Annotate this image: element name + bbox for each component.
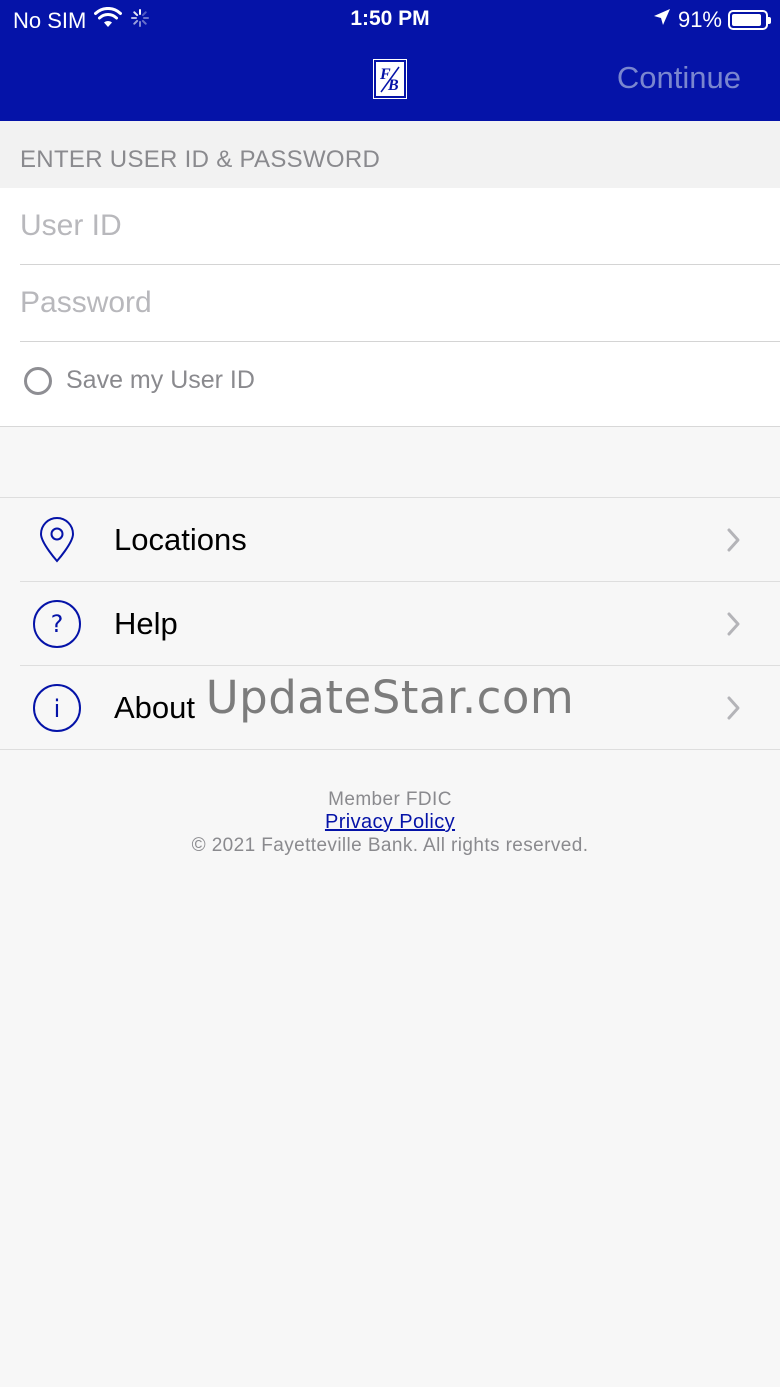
svg-text:B: B <box>387 77 399 94</box>
status-bar: No SIM 1:50 PM 91% <box>0 0 780 40</box>
user-id-input[interactable] <box>20 188 780 264</box>
save-user-id-toggle[interactable]: Save my User ID <box>24 366 255 395</box>
menu-item-label: About <box>114 690 196 725</box>
battery-icon <box>728 10 771 30</box>
password-input[interactable] <box>20 265 780 341</box>
login-form: Save my User ID <box>0 188 780 427</box>
continue-button[interactable]: Continue <box>617 60 741 96</box>
user-id-field-row <box>20 188 780 265</box>
member-fdic-text: Member FDIC <box>328 789 452 810</box>
battery-percent: 91% <box>677 7 722 32</box>
copyright-text: © 2021 Fayetteville Bank. All rights res… <box>191 835 589 856</box>
menu-item-label: Locations <box>114 522 247 557</box>
menu-list: Locations ? Help i About <box>0 497 780 750</box>
save-user-id-label: Save my User ID <box>66 366 255 394</box>
login-section-title: ENTER USER ID & PASSWORD <box>0 121 780 188</box>
chevron-right-icon <box>726 694 742 722</box>
save-user-id-radio[interactable] <box>24 366 52 395</box>
top-bar: No SIM 1:50 PM 91% F B Continue <box>0 0 780 121</box>
footer: Member FDIC Privacy Policy © 2021 Fayett… <box>0 788 780 857</box>
menu-item-locations[interactable]: Locations <box>0 498 780 582</box>
location-pin-icon <box>31 514 83 566</box>
status-right: 91% <box>652 7 771 33</box>
chevron-right-icon <box>726 526 742 554</box>
privacy-policy-link[interactable]: Privacy Policy <box>325 811 455 833</box>
question-circle-icon: ? <box>31 598 83 650</box>
svg-text:i: i <box>54 695 61 723</box>
fayetteville-bank-logo-icon: F B <box>373 59 407 99</box>
location-arrow-icon <box>652 7 672 33</box>
svg-text:?: ? <box>51 610 64 638</box>
battery-fill <box>732 14 762 26</box>
password-field-row <box>20 265 780 342</box>
menu-item-about[interactable]: i About <box>0 666 780 750</box>
info-circle-icon: i <box>31 682 83 734</box>
menu-item-help[interactable]: ? Help <box>0 582 780 666</box>
chevron-right-icon <box>726 610 742 638</box>
menu-item-label: Help <box>114 606 178 641</box>
